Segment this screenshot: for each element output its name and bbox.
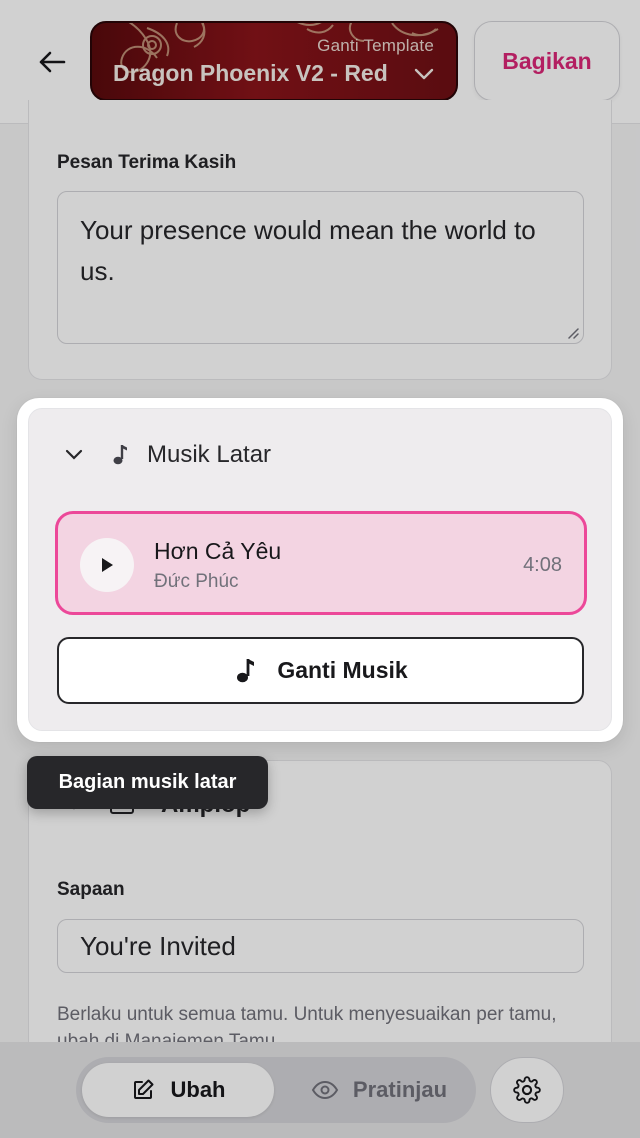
music-note-icon xyxy=(113,445,127,465)
track-artist: Đức Phúc xyxy=(154,571,239,592)
track-duration: 4:08 xyxy=(523,554,562,576)
change-music-label: Ganti Musik xyxy=(277,657,408,683)
tour-tooltip: Bagian musik latar xyxy=(27,756,268,809)
selected-track[interactable]: Hơn Cả Yêu Đức Phúc 4:08 xyxy=(55,511,587,615)
music-section-header[interactable]: Musik Latar xyxy=(65,439,271,471)
play-icon xyxy=(102,558,113,572)
music-note-icon xyxy=(237,658,255,682)
play-button[interactable] xyxy=(80,538,134,592)
app-root: Ganti Template Dragon Phoenix V2 - Red B… xyxy=(0,0,640,1138)
change-music-button[interactable]: Ganti Musik xyxy=(57,637,584,704)
chevron-down-icon xyxy=(65,449,83,460)
music-section-title: Musik Latar xyxy=(147,441,272,468)
track-title: Hơn Cả Yêu xyxy=(154,538,282,564)
music-section-card: Musik Latar Hơn Cả Yêu Đức Phúc 4:08 Gan… xyxy=(28,408,612,731)
